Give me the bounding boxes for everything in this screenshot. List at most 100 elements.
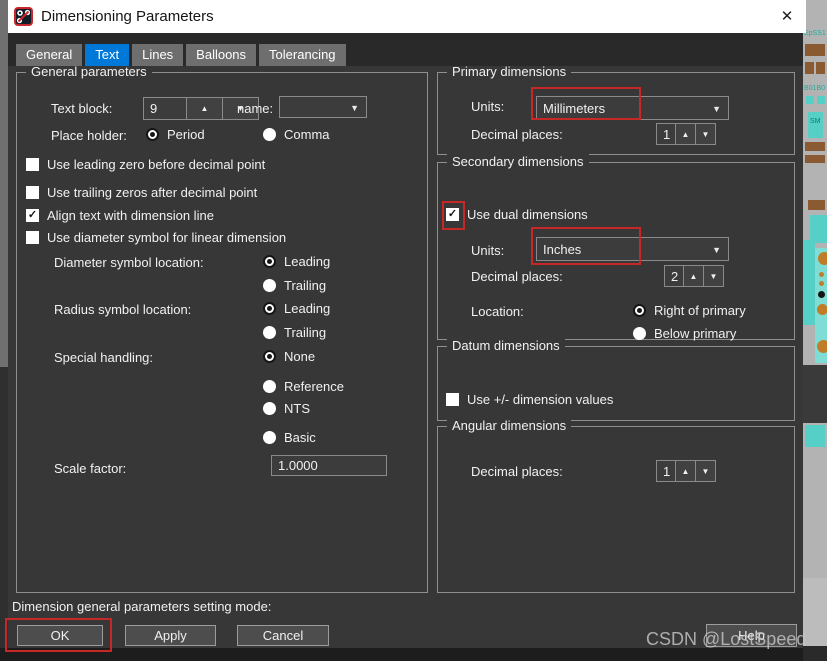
spinner-value[interactable]: 1 — [656, 123, 676, 145]
spinner-up-icon[interactable]: ▲ — [683, 265, 704, 287]
checkbox-use-trailing-zeros[interactable]: Use trailing zeros after decimal point — [26, 185, 257, 200]
radio-label: Reference — [284, 379, 344, 394]
radio-diameter-trailing[interactable]: Trailing — [263, 278, 326, 293]
checkbox-label: Align text with dimension line — [47, 208, 214, 223]
cancel-button[interactable]: Cancel — [237, 625, 329, 646]
spinner-value[interactable]: 1 — [656, 460, 676, 482]
checkbox-label: Use leading zero before decimal point — [47, 157, 266, 172]
group-title: Primary dimensions — [447, 64, 572, 79]
radio-icon[interactable] — [633, 327, 646, 340]
dialog-titlebar[interactable]: Dimensioning Parameters ✕ — [8, 0, 806, 33]
angular-decimal-spinner[interactable]: 1 ▲ ▼ — [656, 460, 716, 482]
apply-button[interactable]: Apply — [125, 625, 216, 646]
place-holder-label: Place holder: — [51, 128, 127, 143]
pcb-shape — [803, 646, 827, 661]
help-button[interactable]: Help — [706, 624, 797, 647]
tab-lines[interactable]: Lines — [132, 44, 184, 66]
radio-icon[interactable] — [146, 128, 159, 141]
radio-label: Period — [167, 127, 205, 142]
spinner-down-icon[interactable]: ▼ — [703, 265, 724, 287]
spinner-value[interactable]: 9 — [143, 97, 187, 120]
secondary-decimal-spinner[interactable]: 2 ▲ ▼ — [664, 265, 724, 287]
checkbox-align-text[interactable]: ✓ Align text with dimension line — [26, 208, 214, 223]
spinner-down-icon[interactable]: ▼ — [695, 460, 716, 482]
ok-button[interactable]: OK — [17, 625, 103, 646]
radio-icon[interactable] — [633, 304, 646, 317]
checkbox-label: Use trailing zeros after decimal point — [47, 185, 258, 200]
spinner-value[interactable]: 2 — [664, 265, 684, 287]
radio-radius-trailing[interactable]: Trailing — [263, 325, 326, 340]
radio-right-of-primary[interactable]: Right of primary — [633, 303, 746, 318]
spinner-up-icon[interactable]: ▲ — [675, 460, 696, 482]
group-title: Datum dimensions — [447, 338, 565, 353]
dropdown-value: Millimeters — [543, 101, 606, 116]
checkbox-use-dual-dimensions[interactable]: ✓ Use dual dimensions — [446, 207, 588, 222]
group-general-parameters: General parameters Text block: 9 ▲ ▼ nam… — [16, 64, 428, 593]
bottom-edge-strip — [0, 648, 803, 661]
secondary-units-dropdown[interactable]: Inches ▼ — [536, 237, 729, 261]
radio-icon[interactable] — [263, 279, 276, 292]
radio-period[interactable]: Period — [146, 127, 205, 142]
scale-factor-input[interactable]: 1.0000 — [271, 455, 387, 476]
chevron-down-icon: ▼ — [712, 104, 721, 114]
radio-special-basic[interactable]: Basic — [263, 430, 316, 445]
radio-comma[interactable]: Comma — [263, 127, 330, 142]
tab-balloons[interactable]: Balloons — [186, 44, 257, 66]
radio-icon[interactable] — [263, 350, 276, 363]
radio-icon[interactable] — [263, 128, 276, 141]
radio-label: NTS — [284, 401, 310, 416]
pcb-shape — [817, 340, 827, 353]
pcb-shape — [803, 240, 815, 325]
pcb-shape — [803, 578, 827, 646]
radio-special-none[interactable]: None — [263, 349, 315, 364]
name-label: name: — [237, 101, 274, 116]
radio-icon[interactable] — [263, 302, 276, 315]
pcb-shape — [806, 96, 814, 104]
checkbox-icon[interactable] — [26, 158, 39, 171]
diameter-location-label: Diameter symbol location: — [54, 255, 204, 270]
spinner-up-icon[interactable]: ▲ — [675, 123, 696, 145]
text-block-label: Text block: — [51, 101, 113, 116]
primary-decimal-spinner[interactable]: 1 ▲ ▼ — [656, 123, 716, 145]
group-title: Secondary dimensions — [447, 154, 589, 169]
name-dropdown[interactable]: ▼ — [279, 96, 367, 118]
checkbox-use-diameter-symbol[interactable]: Use diameter symbol for linear dimension — [26, 230, 286, 245]
checkbox-checked-icon[interactable]: ✓ — [26, 209, 39, 222]
location-label: Location: — [471, 304, 524, 319]
tab-text[interactable]: Text — [85, 44, 130, 66]
checkbox-checked-icon[interactable]: ✓ — [446, 208, 459, 221]
radius-location-label: Radius symbol location: — [54, 302, 192, 317]
checkbox-icon[interactable] — [26, 186, 39, 199]
radio-special-reference[interactable]: Reference — [263, 379, 344, 394]
radio-icon[interactable] — [263, 255, 276, 268]
checkbox-icon[interactable] — [446, 393, 459, 406]
close-icon[interactable]: ✕ — [768, 0, 806, 33]
radio-radius-leading[interactable]: Leading — [263, 301, 330, 316]
radio-label: Leading — [284, 301, 331, 316]
radio-icon[interactable] — [263, 380, 276, 393]
dimensioning-parameters-icon — [14, 7, 33, 26]
pcb-shape — [805, 44, 825, 56]
radio-icon[interactable] — [263, 402, 276, 415]
radio-below-primary[interactable]: Below primary — [633, 326, 736, 341]
pcb-shape — [805, 155, 825, 163]
radio-special-nts[interactable]: NTS — [263, 401, 310, 416]
radio-icon[interactable] — [263, 431, 276, 444]
spinner-down-icon[interactable]: ▼ — [695, 123, 716, 145]
radio-icon[interactable] — [263, 326, 276, 339]
spinner-up-icon[interactable]: ▲ — [186, 97, 223, 120]
scale-factor-label: Scale factor: — [54, 461, 127, 476]
tab-tolerancing[interactable]: Tolerancing — [259, 44, 346, 66]
special-handling-label: Special handling: — [54, 350, 154, 365]
radio-diameter-leading[interactable]: Leading — [263, 254, 330, 269]
tab-general[interactable]: General — [16, 44, 83, 66]
checkbox-use-pm-values[interactable]: Use +/- dimension values — [446, 392, 613, 407]
checkbox-icon[interactable] — [26, 231, 39, 244]
pcb-shape — [810, 215, 827, 243]
pcb-shape — [818, 291, 825, 298]
checkbox-label: Use dual dimensions — [467, 207, 588, 222]
group-primary-dimensions: Primary dimensions Units: Millimeters ▼ … — [437, 64, 795, 155]
checkbox-label: Use diameter symbol for linear dimension — [47, 230, 287, 245]
checkbox-use-leading-zero[interactable]: Use leading zero before decimal point — [26, 157, 265, 172]
primary-units-dropdown[interactable]: Millimeters ▼ — [536, 96, 729, 120]
